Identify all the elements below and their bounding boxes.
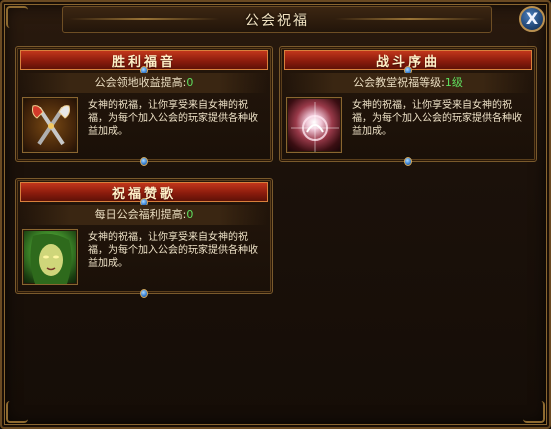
blessing-panel-battle: 战斗序曲 公会教堂祝福等级:1级 女神的祝福，让你享受来自女神的祝福，为每个加入…	[279, 46, 537, 166]
window-title: 公会祝福	[245, 12, 309, 29]
gem-ornament-icon	[140, 289, 148, 298]
stat-value: 0	[186, 76, 194, 89]
goddess-portrait-icon[interactable]	[22, 229, 78, 285]
stat-label: 公会领地收益提高:	[94, 76, 187, 89]
stat-value: 0	[186, 208, 194, 221]
panel-stat: 公会领地收益提高:0	[20, 73, 268, 93]
stat-label: 每日公会福利提高:	[94, 208, 187, 221]
gem-ornament-icon	[404, 157, 412, 166]
stat-label: 公会教堂祝福等级:	[353, 76, 445, 89]
blessing-panel-hymn: 祝福赞歌 每日公会福利提高:0 女神的祝福，让你享受来自女神的祝福，为每个加入公…	[15, 178, 273, 298]
panel-description: 女神的祝福，让你享受来自女神的祝福，为每个加入公会的玩家提供各种收益加成。	[88, 100, 258, 137]
gem-ornament-icon	[140, 157, 148, 166]
panel-stat: 每日公会福利提高:0	[20, 205, 268, 225]
panel-stat: 公会教堂祝福等级:1级	[284, 73, 532, 93]
blessing-panel-victory: 胜利福音 公会领地收益提高:0 女神的祝福，让你享受来自女神的祝福，为每个加入公…	[15, 46, 273, 166]
panel-description: 女神的祝福，让你享受来自女神的祝福，为每个加入公会的玩家提供各种收益加成。	[88, 232, 258, 269]
corner-ornament	[6, 6, 28, 28]
stat-value: 1级	[444, 76, 463, 89]
close-button[interactable]: X	[519, 6, 545, 32]
panel-description: 女神的祝福，让你享受来自女神的祝福，为每个加入公会的玩家提供各种收益加成。	[352, 100, 522, 137]
corner-ornament	[523, 401, 545, 423]
guild-blessing-window: 公会祝福 X 胜利福音 公会领地收益提高:0 女神的祝福，让你享受来自女神的祝福…	[0, 0, 551, 429]
radiant-orb-icon[interactable]	[286, 97, 342, 153]
title-bar: 公会祝福	[62, 6, 492, 33]
corner-ornament	[6, 401, 28, 423]
crossed-axes-icon[interactable]	[22, 97, 78, 153]
